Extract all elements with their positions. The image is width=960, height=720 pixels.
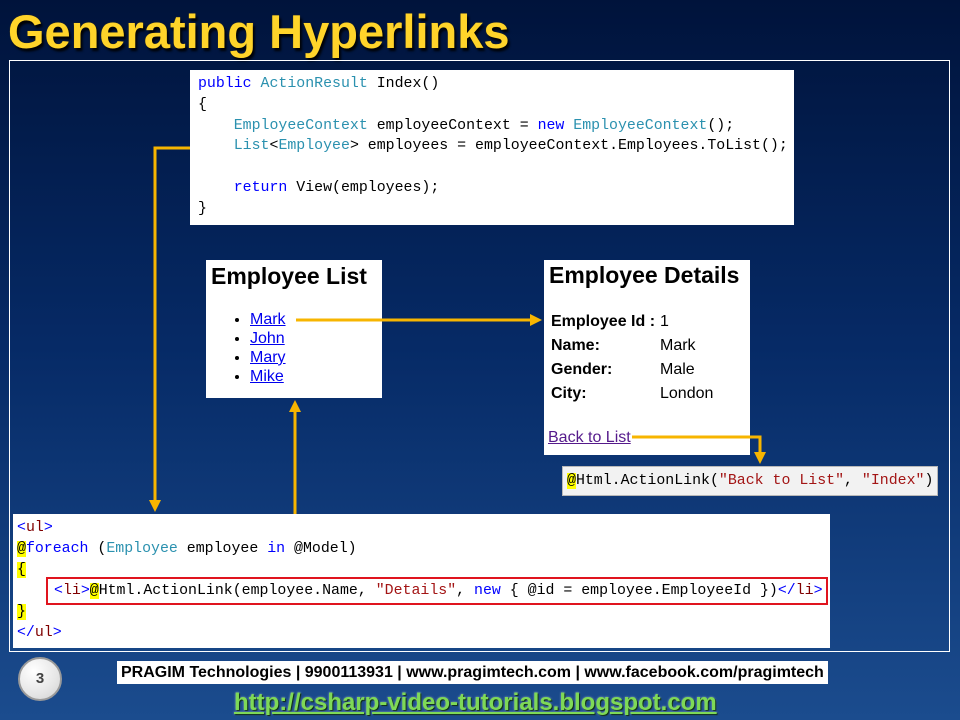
code-token: "Details" <box>375 583 457 599</box>
code-token: < <box>17 520 26 536</box>
code-token: { @id = employee.EmployeeId }) <box>500 583 778 599</box>
detail-label: City: <box>551 385 587 402</box>
detail-value: 1 <box>660 313 669 330</box>
code-token: "Back to List" <box>718 473 845 489</box>
code-token: return <box>198 179 288 196</box>
code-token: { <box>198 96 207 113</box>
controller-code-block: public ActionResult Index(){ EmployeeCon… <box>190 70 794 225</box>
code-token: > <box>813 583 823 599</box>
page-number-badge: 3 <box>18 657 62 701</box>
detail-label: Gender: <box>551 361 613 378</box>
code-token: EmployeeContext <box>564 117 708 134</box>
code-line: <ul> <box>17 518 826 539</box>
view-code-top-lines: <ul> @foreach (Employee employee in @Mode… <box>17 518 826 581</box>
detail-label: Employee Id : <box>551 313 656 330</box>
employee-list-item: Mike <box>250 367 286 386</box>
code-token: Index() <box>367 76 440 92</box>
code-token: public <box>198 76 252 92</box>
code-token: @ <box>17 541 26 557</box>
employee-list: Mark John Mary Mike <box>206 310 286 386</box>
code-line: @foreach (Employee employee in @Model) <box>17 539 826 560</box>
code-token: ( <box>88 541 107 557</box>
code-line: List<Employee> employees = employeeConte… <box>198 136 788 157</box>
page-number: 3 <box>35 670 45 687</box>
code-token: > <box>80 583 90 599</box>
code-token: < <box>54 583 63 599</box>
code-token: > <box>52 625 62 641</box>
code-token: View(employees); <box>287 179 440 196</box>
detail-value: London <box>660 385 714 402</box>
employee-details-title: Employee Details <box>549 262 740 288</box>
code-line: return View(employees); <box>198 178 786 199</box>
code-token: li <box>62 583 81 599</box>
code-token: new <box>537 117 565 134</box>
code-line: } <box>17 602 826 623</box>
footer-bar: PRAGIM Technologies | 9900113931 | www.p… <box>117 661 828 684</box>
code-token: ) <box>924 473 934 489</box>
code-line: EmployeeContext employeeContext = new Em… <box>198 116 786 137</box>
code-token: { <box>17 562 26 578</box>
code-token: Html.ActionLink( <box>575 473 719 489</box>
employee-details-page: Employee Details Employee Id : 1 Name: M… <box>544 260 750 455</box>
code-token: > employees = employeeContext.Employees.… <box>349 138 788 155</box>
employee-link[interactable]: John <box>250 330 285 347</box>
slide: Generating Hyperlinks public ActionResul… <box>0 0 960 720</box>
code-token: foreach <box>25 541 89 557</box>
detail-value: Mark <box>660 337 696 354</box>
code-token: @ <box>89 583 99 599</box>
code-token: , <box>456 583 475 599</box>
code-line: } <box>198 199 786 220</box>
employee-list-item: John <box>250 329 286 348</box>
code-token: EmployeeContext <box>198 117 368 134</box>
controller-code-lines: public ActionResult Index(){ EmployeeCon… <box>198 74 788 220</box>
back-link-code-block: @Html.ActionLink("Back to List", "Index"… <box>562 466 938 496</box>
code-token: } <box>17 604 26 620</box>
employee-details-table: Employee Id : 1 Name: Mark Gender: Male … <box>551 310 713 406</box>
blog-url-link[interactable]: http://csharp-video-tutorials.blogspot.c… <box>234 689 717 717</box>
code-token: ul <box>25 520 44 536</box>
code-line: public ActionResult Index() <box>198 74 786 95</box>
code-token: employeeContext = <box>367 117 538 134</box>
code-token: > <box>43 520 53 536</box>
code-token: </ <box>777 583 796 599</box>
employee-link[interactable]: Mike <box>250 368 284 385</box>
code-token: Employee <box>278 138 350 155</box>
back-link-code-line: @Html.ActionLink("Back to List", "Index"… <box>567 467 933 495</box>
slide-title: Generating Hyperlinks <box>8 5 510 58</box>
view-code-block: <ul> @foreach (Employee employee in @Mode… <box>13 514 830 648</box>
code-token: employee <box>177 541 268 557</box>
code-token: @ <box>567 473 576 489</box>
employee-list-item: Mary <box>250 348 286 367</box>
employee-list-page: Employee List Mark John Mary Mike <box>206 260 382 398</box>
code-token: in <box>267 541 286 557</box>
back-to-list-link[interactable]: Back to List <box>548 428 631 447</box>
code-token: , <box>844 473 862 489</box>
code-token: @Model) <box>285 541 357 557</box>
code-token: } <box>198 200 207 217</box>
code-token: li <box>795 583 814 599</box>
code-line: { <box>198 95 786 116</box>
employee-link[interactable]: Mary <box>250 349 286 366</box>
employee-list-title: Employee List <box>211 263 367 289</box>
code-token: Html.ActionLink(employee.Name, <box>98 583 376 599</box>
code-token: "Index" <box>861 473 925 489</box>
code-token: Employee <box>106 541 178 557</box>
code-token: ActionResult <box>251 76 368 92</box>
code-token: new <box>474 583 501 599</box>
highlighted-code-line: <li>@Html.ActionLink(employee.Name, "Det… <box>54 581 826 602</box>
view-code-bottom-lines: } </ul> <box>17 602 826 644</box>
code-token: List <box>198 138 270 155</box>
code-token: ul <box>34 625 53 641</box>
detail-value: Male <box>660 361 695 378</box>
employee-link[interactable]: Mark <box>250 311 286 328</box>
code-line: </ul> <box>17 623 826 644</box>
detail-label: Name: <box>551 337 600 354</box>
code-token: (); <box>707 117 735 134</box>
employee-list-item: Mark <box>250 310 286 329</box>
code-token: </ <box>17 625 35 641</box>
